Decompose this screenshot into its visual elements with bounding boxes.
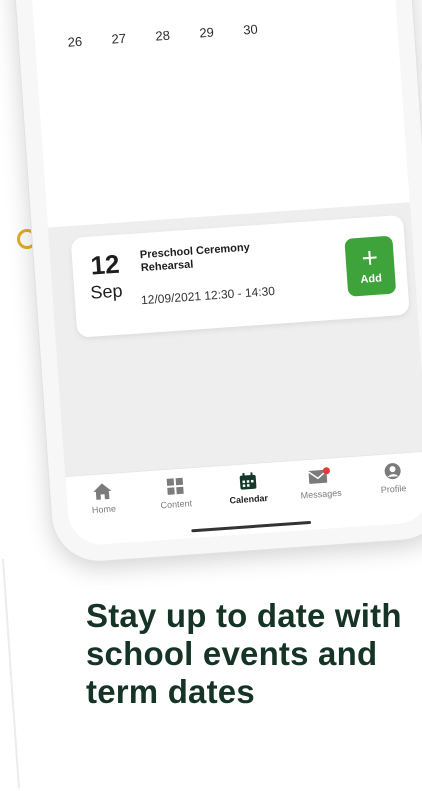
event-time: 12/09/2021 12:30 - 14:30	[141, 284, 276, 307]
tab-home-label: Home	[92, 504, 117, 516]
home-icon	[92, 482, 113, 501]
phone-screen: 2345678910111213141516171819202122232425…	[21, 0, 422, 547]
tab-home[interactable]: Home	[70, 480, 136, 516]
calendar-day[interactable]: 30	[232, 12, 268, 48]
phone-frame: 2345678910111213141516171819202122232425…	[3, 0, 422, 565]
calendar-day[interactable]: 19	[53, 0, 89, 12]
calendar-day[interactable]: 27	[101, 21, 137, 57]
tab-messages[interactable]: Messages	[287, 465, 353, 501]
tab-profile[interactable]: Profile	[360, 460, 422, 496]
tab-calendar-label: Calendar	[229, 493, 268, 506]
calendar-day[interactable]: 28	[145, 18, 181, 54]
mail-icon	[307, 466, 332, 486]
calendar-grid: 2345678910111213141516171819202122232425…	[21, 0, 410, 228]
tab-messages-label: Messages	[300, 488, 342, 501]
home-indicator	[191, 521, 311, 532]
tab-calendar[interactable]: Calendar	[215, 470, 281, 506]
tab-content[interactable]: Content	[143, 475, 209, 511]
plus-icon: +	[345, 242, 395, 275]
calendar-day[interactable]: 21	[141, 0, 177, 6]
tab-profile-label: Profile	[381, 483, 407, 495]
event-card[interactable]: 12 Sep Preschool Ceremony Rehearsal 12/0…	[71, 215, 410, 338]
calendar-icon	[238, 472, 257, 491]
grid-icon	[165, 477, 184, 496]
calendar-day[interactable]: 29	[188, 15, 224, 51]
bottom-tab-bar: Home Content	[65, 451, 422, 547]
calendar-day[interactable]: 20	[97, 0, 133, 9]
profile-icon	[383, 462, 402, 481]
calendar-day[interactable]: 26	[57, 24, 93, 60]
event-title: Preschool Ceremony Rehearsal	[140, 239, 291, 275]
event-day: 12	[90, 249, 121, 282]
promo-headline: Stay up to date with school events and t…	[86, 597, 416, 711]
add-button-label: Add	[347, 271, 396, 286]
add-event-button[interactable]: + Add	[344, 236, 396, 297]
tab-content-label: Content	[160, 498, 192, 510]
event-month: Sep	[90, 281, 123, 304]
calendar-day[interactable]: 22	[185, 0, 221, 3]
